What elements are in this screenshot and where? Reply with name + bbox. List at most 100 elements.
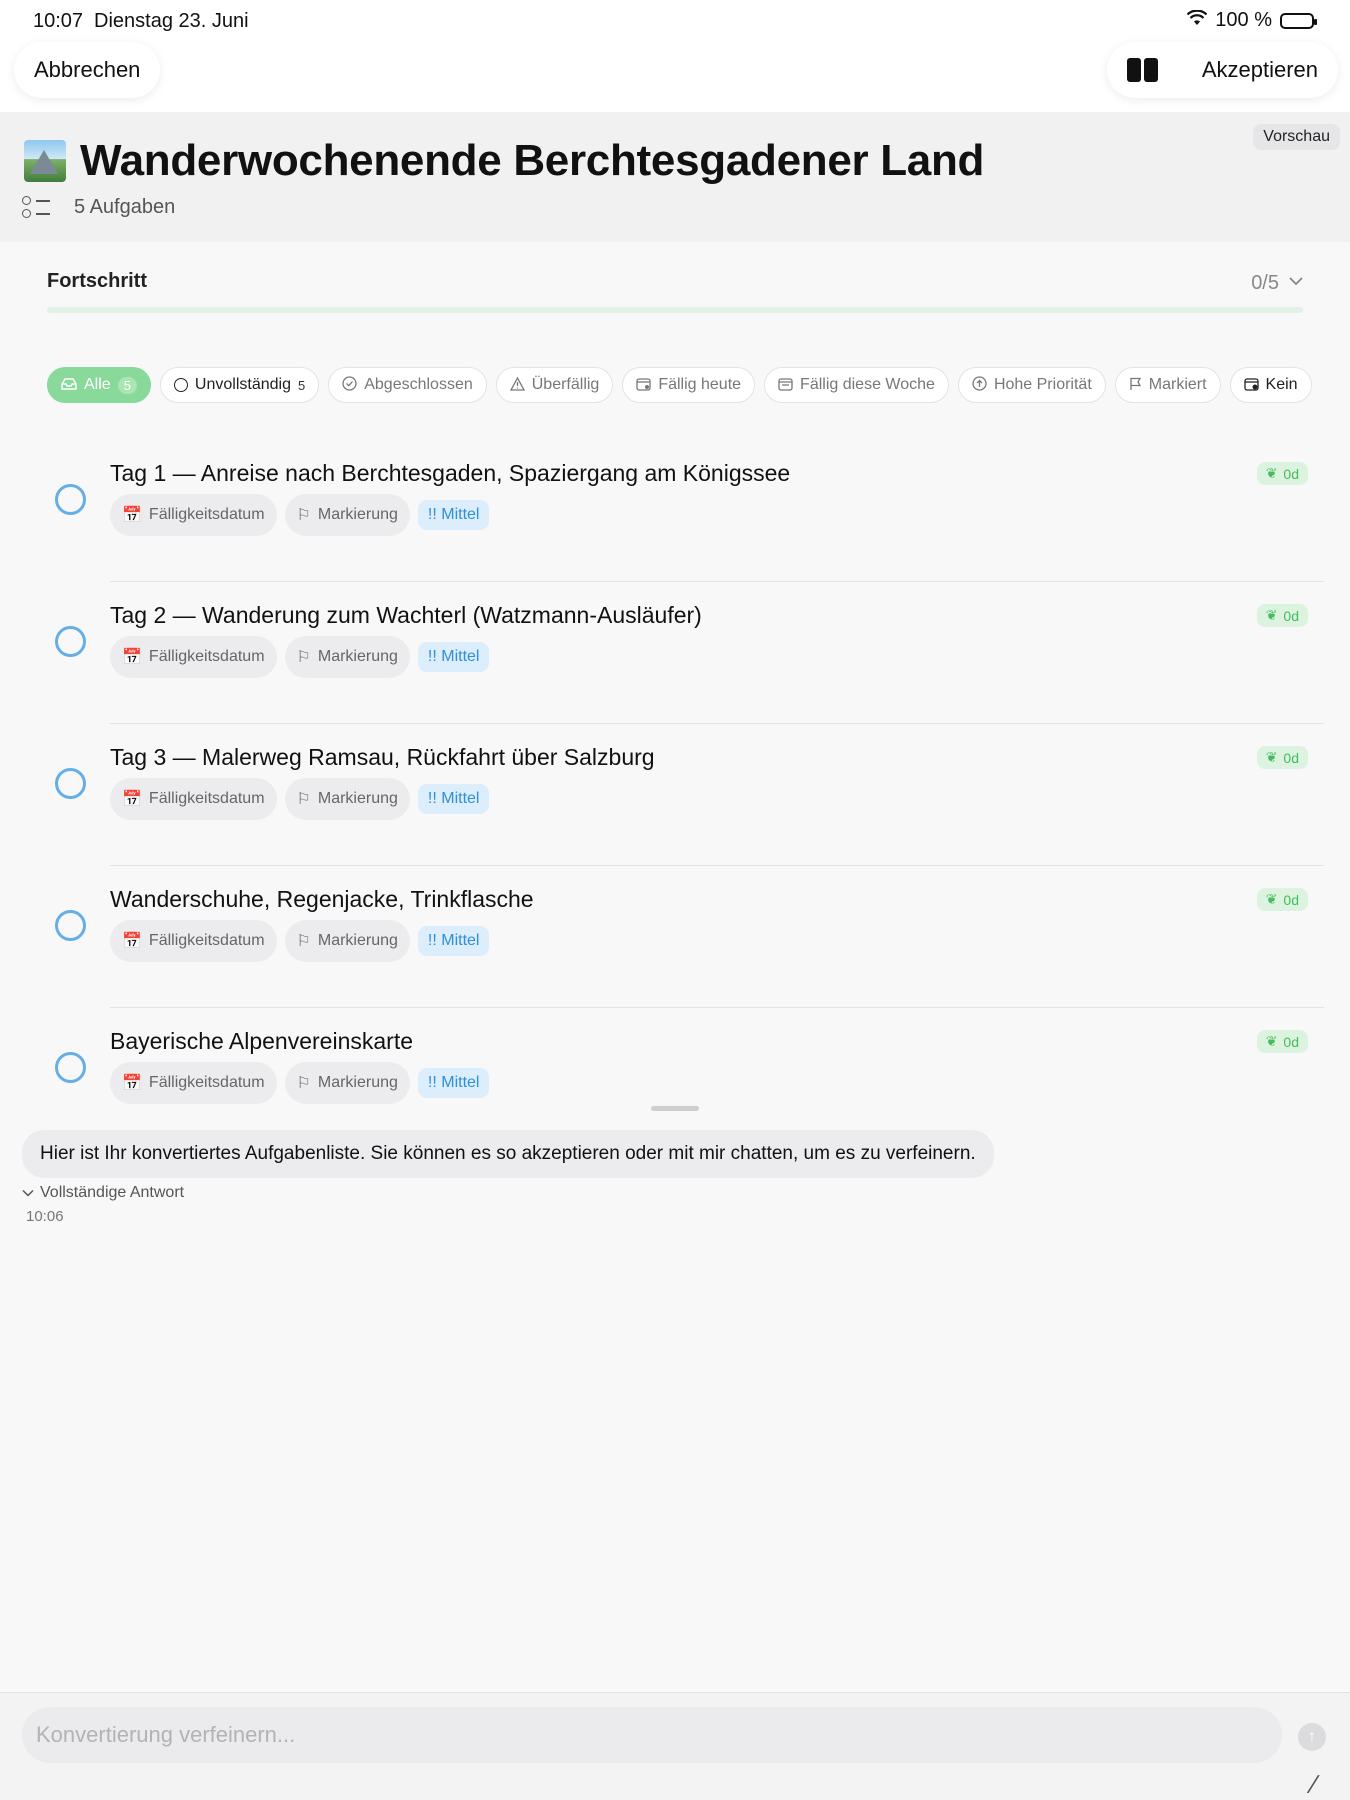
filter-chip-faellig-heute[interactable]: Fällig heute <box>622 367 756 403</box>
filter-label: Überfällig <box>531 376 600 393</box>
task-title[interactable]: Tag 3 — Malerweg Ramsau, Rückfahrt über … <box>110 744 655 771</box>
battery-percent: 100 % <box>1215 9 1272 31</box>
filter-chip-hohe-prioritaet[interactable]: Hohe Priorität <box>957 367 1106 403</box>
due-date-label: Fälligkeitsdatum <box>148 648 265 665</box>
split-view-icon[interactable] <box>1126 58 1158 82</box>
chevron-down-icon[interactable] <box>1289 270 1303 291</box>
flag-label: Markierung <box>317 790 398 807</box>
due-date-label: Fälligkeitsdatum <box>148 1074 265 1091</box>
flag-tag[interactable]: ⚐ Markierung <box>284 494 410 536</box>
accept-group: Akzeptieren <box>1106 42 1338 98</box>
filter-chip-abgeschlossen[interactable]: Abgeschlossen <box>328 367 487 403</box>
due-date-tag[interactable]: 📅 Fälligkeitsdatum <box>110 778 277 820</box>
arrow-up-icon: ↑ <box>1308 1728 1316 1745</box>
filter-label: Kein <box>1265 376 1298 393</box>
full-answer-toggle[interactable]: Vollständige Antwort <box>22 1184 184 1202</box>
task-title[interactable]: Bayerische Alpenvereinskarte <box>110 1028 413 1055</box>
flag-label: Markierung <box>317 506 398 523</box>
flag-tag[interactable]: ⚐ Markierung <box>284 778 410 820</box>
flag-icon: ⚐ <box>296 933 311 950</box>
task-checkbox[interactable] <box>55 910 86 941</box>
priority-tag[interactable]: !! Mittel <box>417 1068 490 1098</box>
leaf-icon: ❦ <box>1265 1033 1278 1049</box>
flag-label: Markierung <box>317 648 398 665</box>
leaf-icon: ❦ <box>1265 749 1278 765</box>
flag-icon: ⚐ <box>296 1075 311 1092</box>
task-row[interactable]: Tag 3 — Malerweg Ramsau, Rückfahrt über … <box>0 724 1350 866</box>
filter-label: Markiert <box>1148 376 1207 393</box>
nav-bar: Abbrechen Akzeptieren <box>0 42 1350 112</box>
filter-chip-alle[interactable]: Alle 5 <box>47 367 151 403</box>
task-row[interactable]: Tag 2 — Wanderung zum Wachterl (Watzmann… <box>0 582 1350 724</box>
task-meta: 📅 Fälligkeitsdatum ⚐ Markierung !! Mittel <box>110 636 490 678</box>
due-date-tag[interactable]: 📅 Fälligkeitsdatum <box>110 1062 277 1104</box>
age-badge: ❦ 0d <box>1256 462 1308 485</box>
arrow-up-circle-icon <box>972 376 987 394</box>
priority-tag[interactable]: !! Mittel <box>417 500 490 530</box>
task-row[interactable]: Bayerische Alpenvereinskarte 📅 Fälligkeit… <box>0 1008 1350 1150</box>
task-checkbox[interactable] <box>55 1052 86 1083</box>
check-circle-icon <box>342 376 357 394</box>
cancel-button[interactable]: Abbrechen <box>14 42 161 98</box>
calendar-icon: 📅 <box>122 791 142 808</box>
pencil-icon[interactable]: ∕ <box>1312 1769 1316 1800</box>
task-title[interactable]: Tag 1 — Anreise nach Berchtesgaden, Spaz… <box>110 460 790 487</box>
filter-label: Fällig heute <box>658 376 742 393</box>
task-row[interactable]: Tag 1 — Anreise nach Berchtesgaden, Spaz… <box>0 440 1350 582</box>
priority-tag[interactable]: !! Mittel <box>417 784 490 814</box>
title-row: Wanderwochenende Berchtesgadener Land <box>24 136 984 186</box>
task-title[interactable]: Wanderschuhe, Regenjacke, Trinkflasche <box>110 886 534 913</box>
task-checkbox[interactable] <box>55 484 86 515</box>
filter-chip-faellig-woche[interactable]: Fällig diese Woche <box>764 367 949 403</box>
filter-count: 5 <box>297 377 306 393</box>
status-bar: 10:07 Dienstag 23. Juni 100 % <box>0 0 1350 42</box>
status-time: 10:07 <box>33 10 84 32</box>
flag-tag[interactable]: ⚐ Markierung <box>284 920 410 962</box>
calendar-icon: 📅 <box>122 507 142 524</box>
refine-input[interactable]: Konvertierung verfeinern... <box>22 1707 1282 1763</box>
task-count-row: 5 Aufgaben <box>22 194 175 220</box>
due-date-tag[interactable]: 📅 Fälligkeitsdatum <box>110 920 277 962</box>
accept-button[interactable]: Akzeptieren <box>1202 57 1318 83</box>
age-label: 0d <box>1283 1033 1299 1050</box>
input-placeholder: Konvertierung verfeinern... <box>36 1722 296 1747</box>
due-date-tag[interactable]: 📅 Fälligkeitsdatum <box>110 494 277 536</box>
age-badge: ❦ 0d <box>1256 888 1308 911</box>
age-label: 0d <box>1283 465 1299 482</box>
flag-icon: ⚐ <box>296 507 311 524</box>
priority-tag[interactable]: !! Mittel <box>417 926 490 956</box>
filter-chip-ueberfaellig[interactable]: Überfällig <box>495 367 614 403</box>
filter-label: Fällig diese Woche <box>800 376 935 393</box>
flag-icon: ⚐ <box>296 649 311 666</box>
calendar-today-icon <box>636 377 651 394</box>
leaf-icon: ❦ <box>1265 891 1278 907</box>
filter-chip-markiert[interactable]: Markiert <box>1114 367 1221 403</box>
wifi-icon <box>1187 9 1208 32</box>
preview-badge: Vorschau <box>1253 124 1340 150</box>
due-date-tag[interactable]: 📅 Fälligkeitsdatum <box>110 636 277 678</box>
flag-tag[interactable]: ⚐ Markierung <box>284 1062 410 1104</box>
assistant-message: Hier ist Ihr konvertiertes Aufgabenliste… <box>22 1130 994 1178</box>
task-checkbox[interactable] <box>55 768 86 799</box>
list-header: Vorschau Wanderwochenende Berchtesgadene… <box>0 112 1350 242</box>
flag-tag[interactable]: ⚐ Markierung <box>284 636 410 678</box>
status-indicators: 100 % <box>1187 9 1317 32</box>
progress-bar <box>47 307 1303 313</box>
status-date: Dienstag 23. Juni <box>94 10 249 32</box>
filter-chip-kein[interactable]: Kein <box>1229 367 1312 403</box>
flag-icon: ⚐ <box>296 791 311 808</box>
send-button[interactable]: ↑ <box>1298 1723 1326 1751</box>
flag-label: Markierung <box>317 1074 398 1091</box>
priority-tag[interactable]: !! Mittel <box>417 642 490 672</box>
progress-count: 0/5 <box>1251 272 1279 294</box>
filter-label: Hohe Priorität <box>993 376 1092 393</box>
calendar-none-icon <box>1243 377 1259 394</box>
task-title[interactable]: Tag 2 — Wanderung zum Wachterl (Watzmann… <box>110 602 702 629</box>
task-checkbox[interactable] <box>55 626 86 657</box>
sheet-grabber[interactable] <box>651 1106 699 1111</box>
filter-count: 5 <box>117 376 137 394</box>
due-date-label: Fälligkeitsdatum <box>148 932 265 949</box>
task-row[interactable]: Wanderschuhe, Regenjacke, Trinkflasche 📅… <box>0 866 1350 1008</box>
progress-section[interactable]: Fortschritt 0/5 <box>47 270 1303 313</box>
filter-chip-unvollstaendig[interactable]: Unvollständig 5 <box>159 367 320 403</box>
